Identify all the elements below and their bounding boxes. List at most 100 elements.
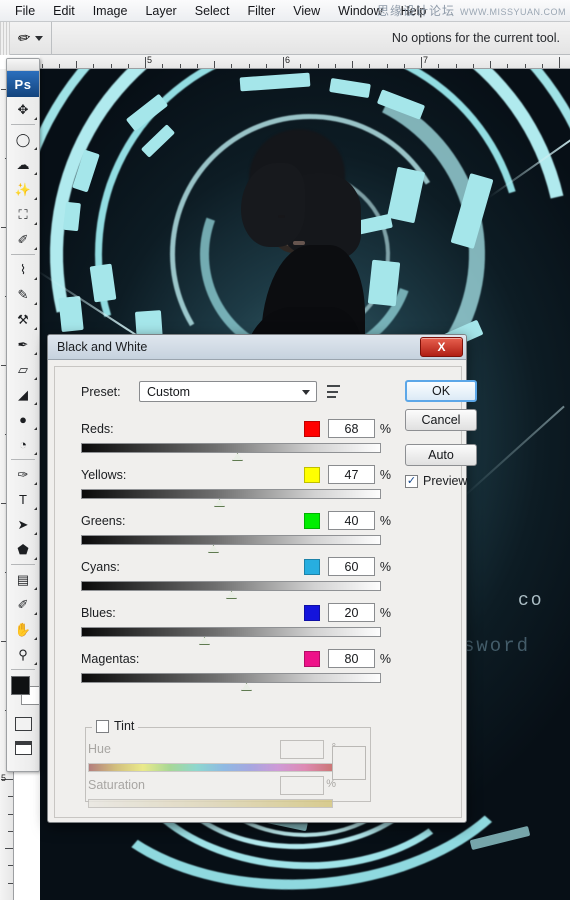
- ruler-tick: [559, 57, 560, 68]
- pen-icon: ✑: [17, 467, 29, 482]
- shape-icon: ⬟: [17, 542, 29, 557]
- zoom-tool[interactable]: ⚲: [7, 642, 39, 667]
- ruler-tick: [8, 882, 13, 884]
- channel-unit: %: [379, 513, 391, 528]
- toolbox-grip[interactable]: [7, 59, 39, 71]
- black-and-white-dialog[interactable]: Black and White X Preset: Custom Reds: 68…: [47, 334, 477, 823]
- menu-item-select[interactable]: Select: [186, 2, 239, 20]
- hand-icon: ✋: [14, 622, 32, 637]
- channel-label: Greens:: [81, 513, 126, 528]
- saturation-slider[interactable]: [88, 799, 333, 808]
- elliptical-marquee-tool[interactable]: ◯: [7, 127, 39, 152]
- channel-slider-thumb[interactable]: [226, 591, 237, 599]
- dodge-tool[interactable]: ◔: [7, 432, 39, 457]
- preview-checkbox-row[interactable]: ✓ Preview: [405, 474, 467, 488]
- history-brush-tool[interactable]: ✒: [7, 332, 39, 357]
- channel-value-input[interactable]: 80: [328, 649, 375, 668]
- ruler-tick: [8, 796, 13, 798]
- channel-slider[interactable]: [81, 581, 391, 599]
- crop-tool[interactable]: ⛶: [7, 202, 39, 227]
- hand-tool[interactable]: ✋: [7, 617, 39, 642]
- channel-slider-track[interactable]: [81, 627, 381, 637]
- paint-bucket-tool[interactable]: ◢: [7, 382, 39, 407]
- toolbox-panel[interactable]: Ps ✥ ◯ ☁ ✨ ⛶ ✐ ⌇ ✎ ⚒ ✒ ▱ ◢ ● ◔ ✑ T ➤ ⬟ ▤ ✐ ✋ ⚲: [6, 58, 40, 772]
- channel-slider-track[interactable]: [81, 673, 381, 683]
- gradient-blur-tool[interactable]: ●: [7, 407, 39, 432]
- channel-value-input[interactable]: 47: [328, 465, 375, 484]
- shape-tool[interactable]: ⬟: [7, 537, 39, 562]
- path-selection-icon: ➤: [17, 517, 29, 532]
- channel-slider-thumb[interactable]: [232, 453, 243, 461]
- channel-slider[interactable]: [81, 489, 391, 507]
- tint-checkbox[interactable]: [96, 719, 109, 733]
- channel-unit: %: [379, 467, 391, 482]
- channel-slider-thumb[interactable]: [199, 637, 210, 645]
- channel-unit: %: [379, 421, 391, 436]
- toolbox-divider: [11, 124, 35, 125]
- channel-slider[interactable]: [81, 443, 391, 461]
- saturation-input[interactable]: [280, 776, 324, 795]
- channel-label: Cyans:: [81, 559, 120, 574]
- menu-item-layer[interactable]: Layer: [136, 2, 185, 20]
- dialog-title-bar[interactable]: Black and White X: [48, 335, 466, 360]
- channel-slider[interactable]: [81, 673, 391, 691]
- channel-header: Reds: 68%: [81, 419, 391, 438]
- menu-item-image[interactable]: Image: [84, 2, 137, 20]
- channel-slider-track[interactable]: [81, 535, 381, 545]
- preset-options-icon[interactable]: [327, 384, 342, 399]
- options-tool-preset[interactable]: ✏: [10, 21, 52, 55]
- eyedropper-icon: ✐: [17, 232, 29, 247]
- channel-value-input[interactable]: 20: [328, 603, 375, 622]
- ok-button[interactable]: OK: [405, 380, 477, 402]
- channel-slider-thumb[interactable]: [241, 683, 252, 691]
- eraser-tool[interactable]: ▱: [7, 357, 39, 382]
- auto-button[interactable]: Auto: [405, 444, 477, 466]
- ruler-tick: [386, 64, 388, 68]
- menu-item-filter[interactable]: Filter: [238, 2, 284, 20]
- menu-item-view[interactable]: View: [284, 2, 329, 20]
- channel-slider-thumb[interactable]: [208, 545, 219, 553]
- channel-value-input[interactable]: 60: [328, 557, 375, 576]
- channel-value-input[interactable]: 68: [328, 419, 375, 438]
- screen-mode-button[interactable]: [7, 736, 39, 760]
- magic-wand-tool[interactable]: ✨: [7, 177, 39, 202]
- chevron-down-icon[interactable]: [302, 390, 310, 395]
- tint-legend[interactable]: Tint: [92, 719, 139, 733]
- preview-checkbox[interactable]: ✓: [405, 474, 418, 488]
- brush-tool[interactable]: ✎: [7, 282, 39, 307]
- eyedropper-tool-2[interactable]: ✐: [7, 592, 39, 617]
- ruler-tick: [541, 64, 543, 68]
- quick-mask-mode-button[interactable]: [7, 712, 39, 736]
- cancel-button[interactable]: Cancel: [405, 409, 477, 431]
- clone-stamp-tool[interactable]: ⚒: [7, 307, 39, 332]
- notes-tool[interactable]: ▤: [7, 567, 39, 592]
- options-bar-grip[interactable]: [0, 21, 10, 55]
- close-icon[interactable]: X: [420, 337, 463, 357]
- type-tool[interactable]: T: [7, 487, 39, 512]
- foreground-background-colors[interactable]: [7, 672, 39, 712]
- menu-item-edit[interactable]: Edit: [44, 2, 84, 20]
- hue-input[interactable]: [280, 740, 324, 759]
- tint-color-swatch[interactable]: [332, 746, 366, 780]
- menu-item-file[interactable]: File: [6, 2, 44, 20]
- ruler-horizontal[interactable]: 5 6 7: [40, 55, 570, 69]
- move-tool[interactable]: ✥: [7, 97, 39, 122]
- chevron-down-icon[interactable]: [34, 35, 43, 41]
- foreground-color-swatch[interactable]: [11, 676, 30, 695]
- channel-value-input[interactable]: 40: [328, 511, 375, 530]
- pen-tool[interactable]: ✑: [7, 462, 39, 487]
- channel-slider[interactable]: [81, 627, 391, 645]
- channel-slider-track[interactable]: [81, 489, 381, 499]
- hue-slider[interactable]: [88, 763, 333, 772]
- eyedropper-2-icon: ✐: [17, 597, 29, 612]
- path-selection-tool[interactable]: ➤: [7, 512, 39, 537]
- healing-brush-tool[interactable]: ⌇: [7, 257, 39, 282]
- channel-slider-track[interactable]: [81, 581, 381, 591]
- channel-slider-thumb[interactable]: [214, 499, 225, 507]
- eyedropper-tool[interactable]: ✐: [7, 227, 39, 252]
- preset-dropdown[interactable]: Custom: [139, 381, 317, 402]
- channel-slider-track[interactable]: [81, 443, 381, 453]
- channel-slider[interactable]: [81, 535, 391, 553]
- lasso-tool[interactable]: ☁: [7, 152, 39, 177]
- channel-row: Magentas: 80%: [81, 649, 391, 691]
